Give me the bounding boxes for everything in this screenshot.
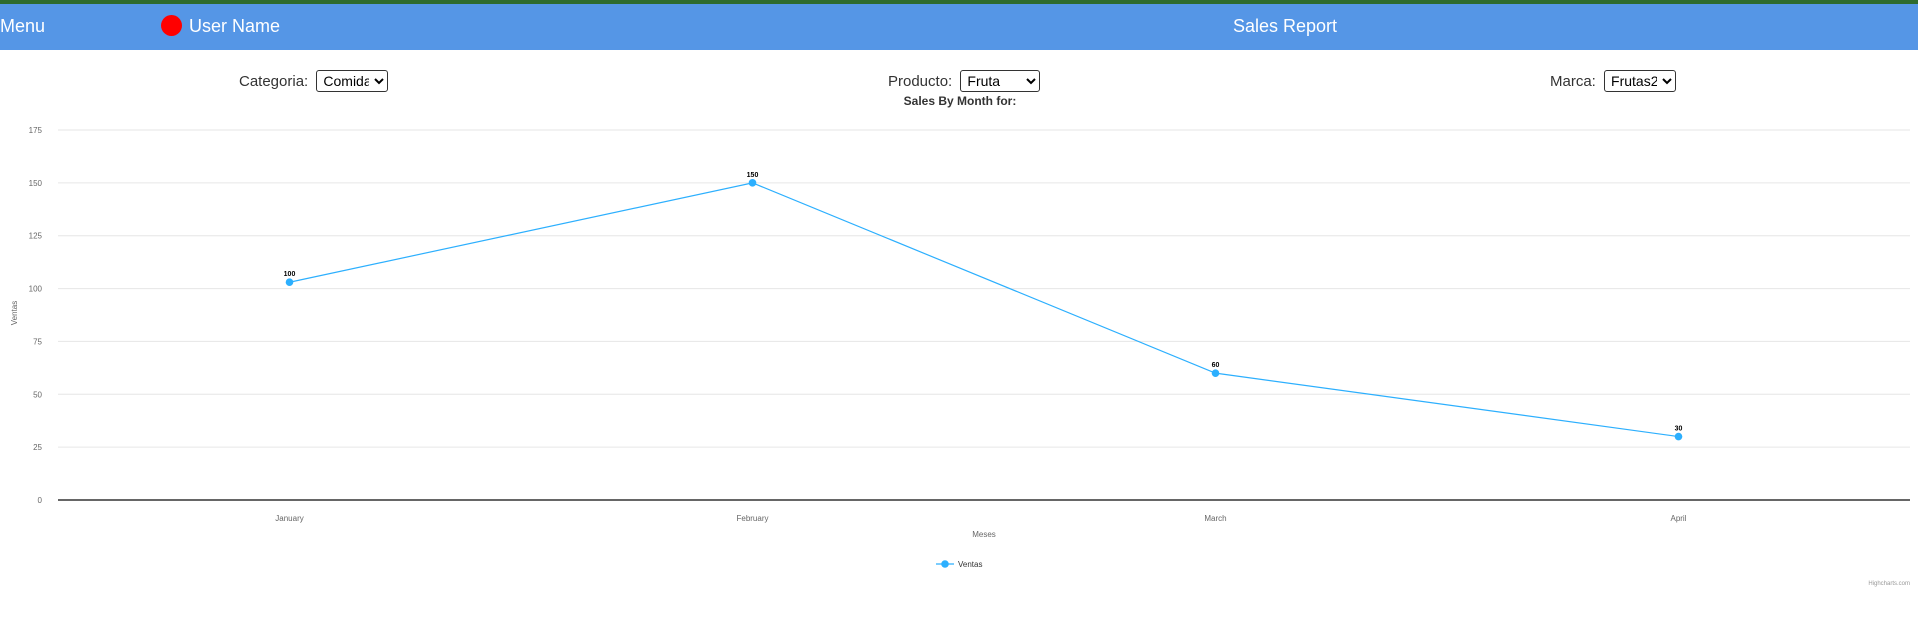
data-label: 60 xyxy=(1212,362,1220,369)
legend-marker xyxy=(941,560,949,568)
y-axis-title: Ventas xyxy=(10,301,19,325)
y-tick-label: 0 xyxy=(38,496,43,505)
plot-area: 100 150 60 30 xyxy=(284,172,1683,441)
y-tick-label: 75 xyxy=(33,337,42,346)
categoria-select[interactable]: Comida xyxy=(316,70,389,92)
chart-credits[interactable]: Highcharts.com xyxy=(1868,581,1910,587)
categoria-label: Categoria: xyxy=(239,73,309,90)
chart-legend[interactable]: Ventas xyxy=(936,560,982,569)
data-point[interactable] xyxy=(285,278,294,287)
y-tick-label: 175 xyxy=(29,126,43,135)
y-tick-label: 125 xyxy=(29,232,43,241)
app-header: Menu User Name Sales Report xyxy=(0,4,1918,50)
x-axis-title: Meses xyxy=(972,530,996,539)
chart-title: Sales By Month for: xyxy=(904,95,1017,108)
chart-gridlines xyxy=(58,129,1910,448)
producto-filter: Producto: Fruta xyxy=(888,70,1041,92)
data-label: 100 xyxy=(284,271,296,278)
marca-label: Marca: xyxy=(1550,73,1596,90)
y-tick-label: 100 xyxy=(29,285,43,294)
x-tick-label: February xyxy=(736,514,768,523)
page-title: Sales Report xyxy=(1233,16,1338,36)
user-avatar[interactable] xyxy=(161,15,182,36)
marca-filter: Marca: Frutas2 xyxy=(1550,70,1677,92)
producto-select[interactable]: Fruta xyxy=(960,70,1041,92)
categoria-filter: Categoria: Comida xyxy=(239,70,389,92)
data-point[interactable] xyxy=(1674,432,1683,441)
x-axis: January February March April xyxy=(58,499,1910,523)
y-tick-label: 150 xyxy=(29,179,43,188)
producto-label: Producto: xyxy=(888,73,953,90)
data-label: 30 xyxy=(1675,426,1683,433)
legend-item-ventas[interactable]: Ventas xyxy=(958,560,982,569)
data-point[interactable] xyxy=(748,179,757,187)
marca-select[interactable]: Frutas2 xyxy=(1604,70,1677,92)
y-axis: 0 25 50 75 100 125 150 175 xyxy=(29,126,43,505)
x-tick-label: March xyxy=(1204,514,1226,523)
y-tick-label: 50 xyxy=(33,390,42,399)
y-tick-label: 25 xyxy=(33,443,42,452)
sales-line-chart: Sales By Month for: 0255075100125150175 … xyxy=(10,95,1910,587)
data-label: 150 xyxy=(747,172,759,179)
data-point[interactable] xyxy=(1211,369,1220,377)
x-tick-label: April xyxy=(1670,514,1686,523)
x-tick-label: January xyxy=(275,514,303,523)
user-name[interactable]: User Name xyxy=(189,16,280,37)
menu-button[interactable]: Menu xyxy=(0,16,45,37)
series-line xyxy=(289,182,1679,438)
